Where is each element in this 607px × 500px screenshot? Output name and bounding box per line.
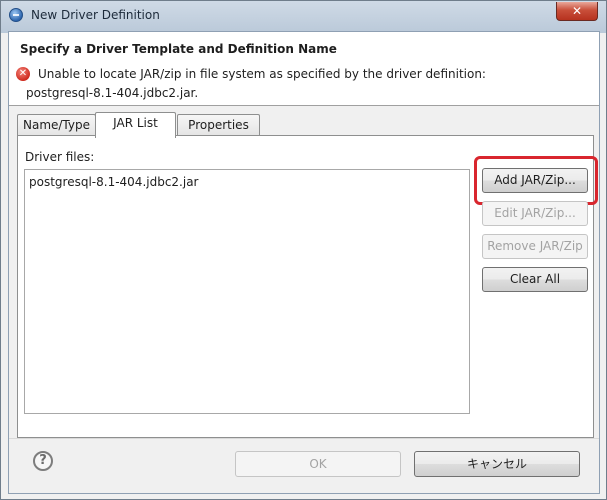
window-title: New Driver Definition xyxy=(31,8,160,22)
add-jar-button[interactable]: Add JAR/Zip... xyxy=(482,168,588,193)
remove-jar-button[interactable]: Remove JAR/Zip xyxy=(482,234,588,259)
error-message-line1: Unable to locate JAR/zip in file system … xyxy=(38,67,486,81)
cancel-button[interactable]: キャンセル xyxy=(414,451,580,477)
list-item[interactable]: postgresql-8.1-404.jdbc2.jar xyxy=(29,175,199,189)
error-icon: ✕ xyxy=(16,67,30,81)
edit-jar-button[interactable]: Edit JAR/Zip... xyxy=(482,201,588,226)
jar-list-panel: Driver files: postgresql-8.1-404.jdbc2.j… xyxy=(17,135,598,438)
title-bar[interactable]: New Driver Definition ✕ xyxy=(1,1,606,31)
ok-button[interactable]: OK xyxy=(235,451,401,477)
tab-bar: Name/Type JAR List Properties xyxy=(17,112,597,138)
dialog-window: New Driver Definition ✕ Specify a Driver… xyxy=(0,0,607,500)
close-button[interactable]: ✕ xyxy=(556,2,598,21)
tab-jar-list[interactable]: JAR List xyxy=(95,112,176,138)
error-message-line2: postgresql-8.1-404.jdbc2.jar. xyxy=(26,86,199,100)
app-icon xyxy=(9,8,23,22)
help-icon[interactable]: ? xyxy=(33,451,53,471)
dialog-body: Specify a Driver Template and Definition… xyxy=(8,31,600,494)
driver-files-label: Driver files: xyxy=(25,150,95,164)
clear-all-button[interactable]: Clear All xyxy=(482,267,588,292)
footer-separator xyxy=(9,438,599,439)
tab-name-type[interactable]: Name/Type xyxy=(17,114,96,136)
header-area: Specify a Driver Template and Definition… xyxy=(9,32,599,106)
driver-files-list[interactable]: postgresql-8.1-404.jdbc2.jar xyxy=(24,169,470,414)
page-title: Specify a Driver Template and Definition… xyxy=(20,42,337,56)
tab-properties[interactable]: Properties xyxy=(177,114,260,136)
